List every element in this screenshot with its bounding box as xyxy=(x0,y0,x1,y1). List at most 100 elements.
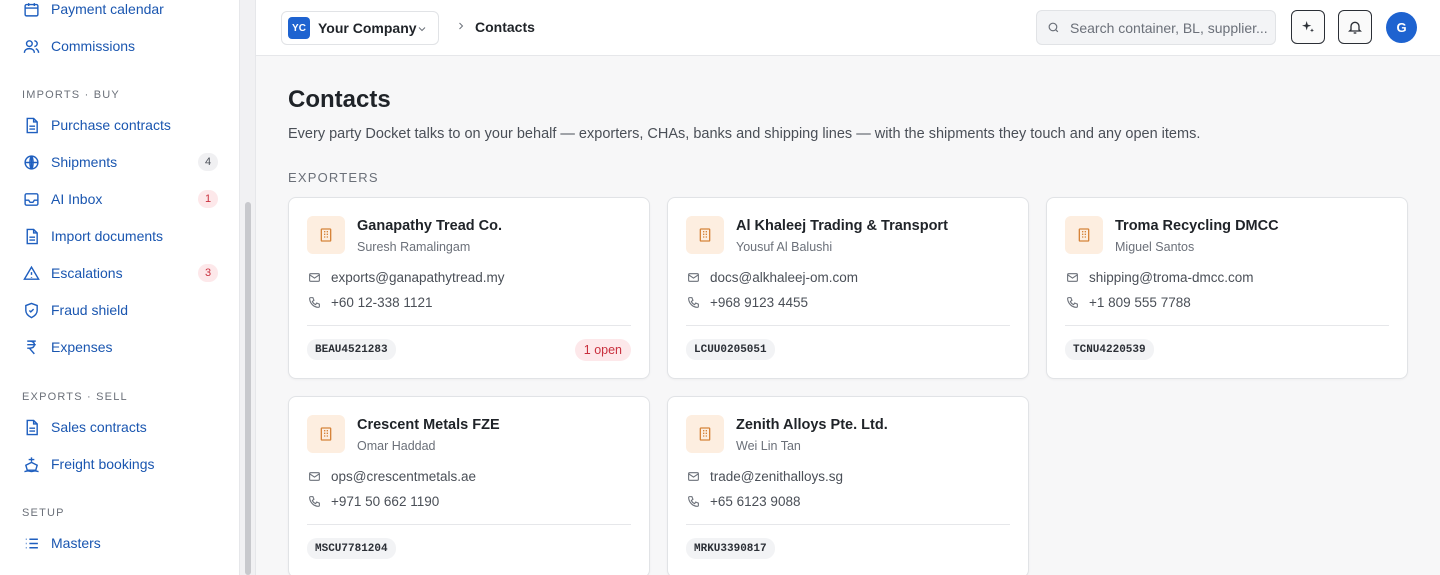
phone-icon xyxy=(687,495,701,509)
divider xyxy=(686,524,1010,525)
sidebar-scrollbar-thumb[interactable] xyxy=(245,202,251,575)
contact-email-row[interactable]: docs@alkhaleej-om.com xyxy=(687,270,858,285)
phone-icon xyxy=(1066,296,1080,310)
contact-name: Crescent Metals FZE xyxy=(357,417,500,433)
contact-phone-row[interactable]: +968 9123 4455 xyxy=(687,295,808,310)
container-chip[interactable]: BEAU4521283 xyxy=(307,339,396,360)
sidebar-item-ai-inbox[interactable]: AI Inbox 1 xyxy=(22,184,222,214)
sidebar-item-import-documents[interactable]: Import documents xyxy=(22,221,222,251)
divider xyxy=(307,524,631,525)
sparkle-icon xyxy=(1300,19,1316,35)
sidebar-item-label: Expenses xyxy=(51,339,113,355)
search-box[interactable] xyxy=(1036,10,1276,45)
sidebar-item-fraud-shield[interactable]: Fraud shield xyxy=(22,295,222,325)
mail-icon xyxy=(308,271,322,285)
contact-phone: +968 9123 4455 xyxy=(710,295,808,310)
sidebar-item-label: Purchase contracts xyxy=(51,117,171,133)
page-title: Contacts xyxy=(288,86,391,113)
contact-email-row[interactable]: trade@zenithalloys.sg xyxy=(687,469,843,484)
shield-icon xyxy=(22,301,40,319)
container-chip[interactable]: LCUU0205051 xyxy=(686,339,775,360)
document-icon xyxy=(22,227,40,245)
container-chip[interactable]: MRKU3390817 xyxy=(686,538,775,559)
contact-email-row[interactable]: ops@crescentmetals.ae xyxy=(308,469,476,484)
divider xyxy=(686,325,1010,326)
notifications-button[interactable] xyxy=(1338,10,1372,44)
sidebar-item-purchase-contracts[interactable]: Purchase contracts xyxy=(22,110,222,140)
sidebar: Payment calendar Commissions IMPORTS · B… xyxy=(0,0,256,575)
sidebar-item-payment-calendar[interactable]: Payment calendar xyxy=(22,0,222,24)
breadcrumb-current: Contacts xyxy=(475,19,535,35)
contact-phone: +971 50 662 1190 xyxy=(331,494,440,509)
container-chip[interactable]: MSCU7781204 xyxy=(307,538,396,559)
contact-phone-row[interactable]: +971 50 662 1190 xyxy=(308,494,439,509)
contact-name: Troma Recycling DMCC xyxy=(1115,218,1279,234)
contact-email-row[interactable]: exports@ganapathytread.my xyxy=(308,270,505,285)
count-badge: 1 xyxy=(198,190,218,208)
contact-email: trade@zenithalloys.sg xyxy=(710,469,844,484)
sidebar-item-label: Sales contracts xyxy=(51,419,147,435)
rupee-icon xyxy=(22,338,40,356)
contact-name: Zenith Alloys Pte. Ltd. xyxy=(736,417,888,433)
users-icon xyxy=(22,37,40,55)
divider xyxy=(1065,325,1389,326)
chevron-down-icon xyxy=(416,22,428,40)
sidebar-item-label: Fraud shield xyxy=(51,302,129,318)
sidebar-item-commissions[interactable]: Commissions xyxy=(22,31,222,61)
sidebar-item-label: Masters xyxy=(51,535,101,551)
contact-phone: +1 809 555 7788 xyxy=(1089,295,1191,310)
contact-person: Wei Lin Tan xyxy=(736,439,801,453)
contact-card[interactable]: Ganapathy Tread Co. Suresh Ramalingam ex… xyxy=(288,197,650,379)
contact-phone-row[interactable]: +65 6123 9088 xyxy=(687,494,800,509)
sidebar-item-expenses[interactable]: Expenses xyxy=(22,332,222,362)
count-badge: 3 xyxy=(198,264,218,282)
ai-assistant-button[interactable] xyxy=(1291,10,1325,44)
contact-card[interactable]: Al Khaleej Trading & Transport Yousuf Al… xyxy=(667,197,1029,379)
inbox-icon xyxy=(22,190,40,208)
sidebar-item-label: Escalations xyxy=(51,265,123,281)
section-setup: SETUP xyxy=(22,507,65,519)
globe-icon xyxy=(22,153,40,171)
divider xyxy=(307,325,631,326)
contact-card[interactable]: Crescent Metals FZE Omar Haddad ops@cres… xyxy=(288,396,650,575)
section-imports: IMPORTS · BUY xyxy=(22,89,120,101)
sidebar-item-masters[interactable]: Masters xyxy=(22,528,222,558)
calendar-icon xyxy=(22,0,40,18)
open-items-badge[interactable]: 1 open xyxy=(574,339,631,361)
contact-phone: +60 12-338 1121 xyxy=(331,295,433,310)
contact-person: Yousuf Al Balushi xyxy=(736,240,833,254)
warning-icon xyxy=(22,264,40,282)
contact-card[interactable]: Troma Recycling DMCC Miguel Santos shipp… xyxy=(1046,197,1408,379)
avatar[interactable]: G xyxy=(1386,12,1417,43)
search-input[interactable] xyxy=(1070,19,1270,36)
contact-phone-row[interactable]: +1 809 555 7788 xyxy=(1066,295,1191,310)
contact-email: ops@crescentmetals.ae xyxy=(331,469,477,484)
contact-phone: +65 6123 9088 xyxy=(710,494,801,509)
document-icon xyxy=(22,116,40,134)
contact-person: Miguel Santos xyxy=(1115,240,1195,254)
sidebar-item-label: AI Inbox xyxy=(51,191,103,207)
building-icon xyxy=(686,216,724,254)
mail-icon xyxy=(687,271,701,285)
contact-person: Suresh Ramalingam xyxy=(357,240,471,254)
ship-icon xyxy=(22,455,40,473)
contact-email: docs@alkhaleej-om.com xyxy=(710,270,859,285)
phone-icon xyxy=(687,296,701,310)
company-switcher[interactable]: YC Your Company xyxy=(281,11,439,45)
contact-phone-row[interactable]: +60 12-338 1121 xyxy=(308,295,432,310)
sidebar-item-escalations[interactable]: Escalations 3 xyxy=(22,258,222,288)
sidebar-item-label: Payment calendar xyxy=(51,1,164,17)
sidebar-item-label: Import documents xyxy=(51,228,164,244)
building-icon xyxy=(686,415,724,453)
page-subtitle: Every party Docket talks to on your beha… xyxy=(288,126,1201,142)
sidebar-item-sales-contracts[interactable]: Sales contracts xyxy=(22,412,222,442)
mail-icon xyxy=(687,470,701,484)
contact-email-row[interactable]: shipping@troma-dmcc.com xyxy=(1066,270,1254,285)
count-badge: 4 xyxy=(198,153,218,171)
sidebar-item-shipments[interactable]: Shipments 4 xyxy=(22,147,222,177)
search-icon xyxy=(1047,21,1060,34)
container-chip[interactable]: TCNU4220539 xyxy=(1065,339,1154,360)
contact-card[interactable]: Zenith Alloys Pte. Ltd. Wei Lin Tan trad… xyxy=(667,396,1029,575)
sidebar-item-freight-bookings[interactable]: Freight bookings xyxy=(22,449,222,479)
mail-icon xyxy=(1066,271,1080,285)
